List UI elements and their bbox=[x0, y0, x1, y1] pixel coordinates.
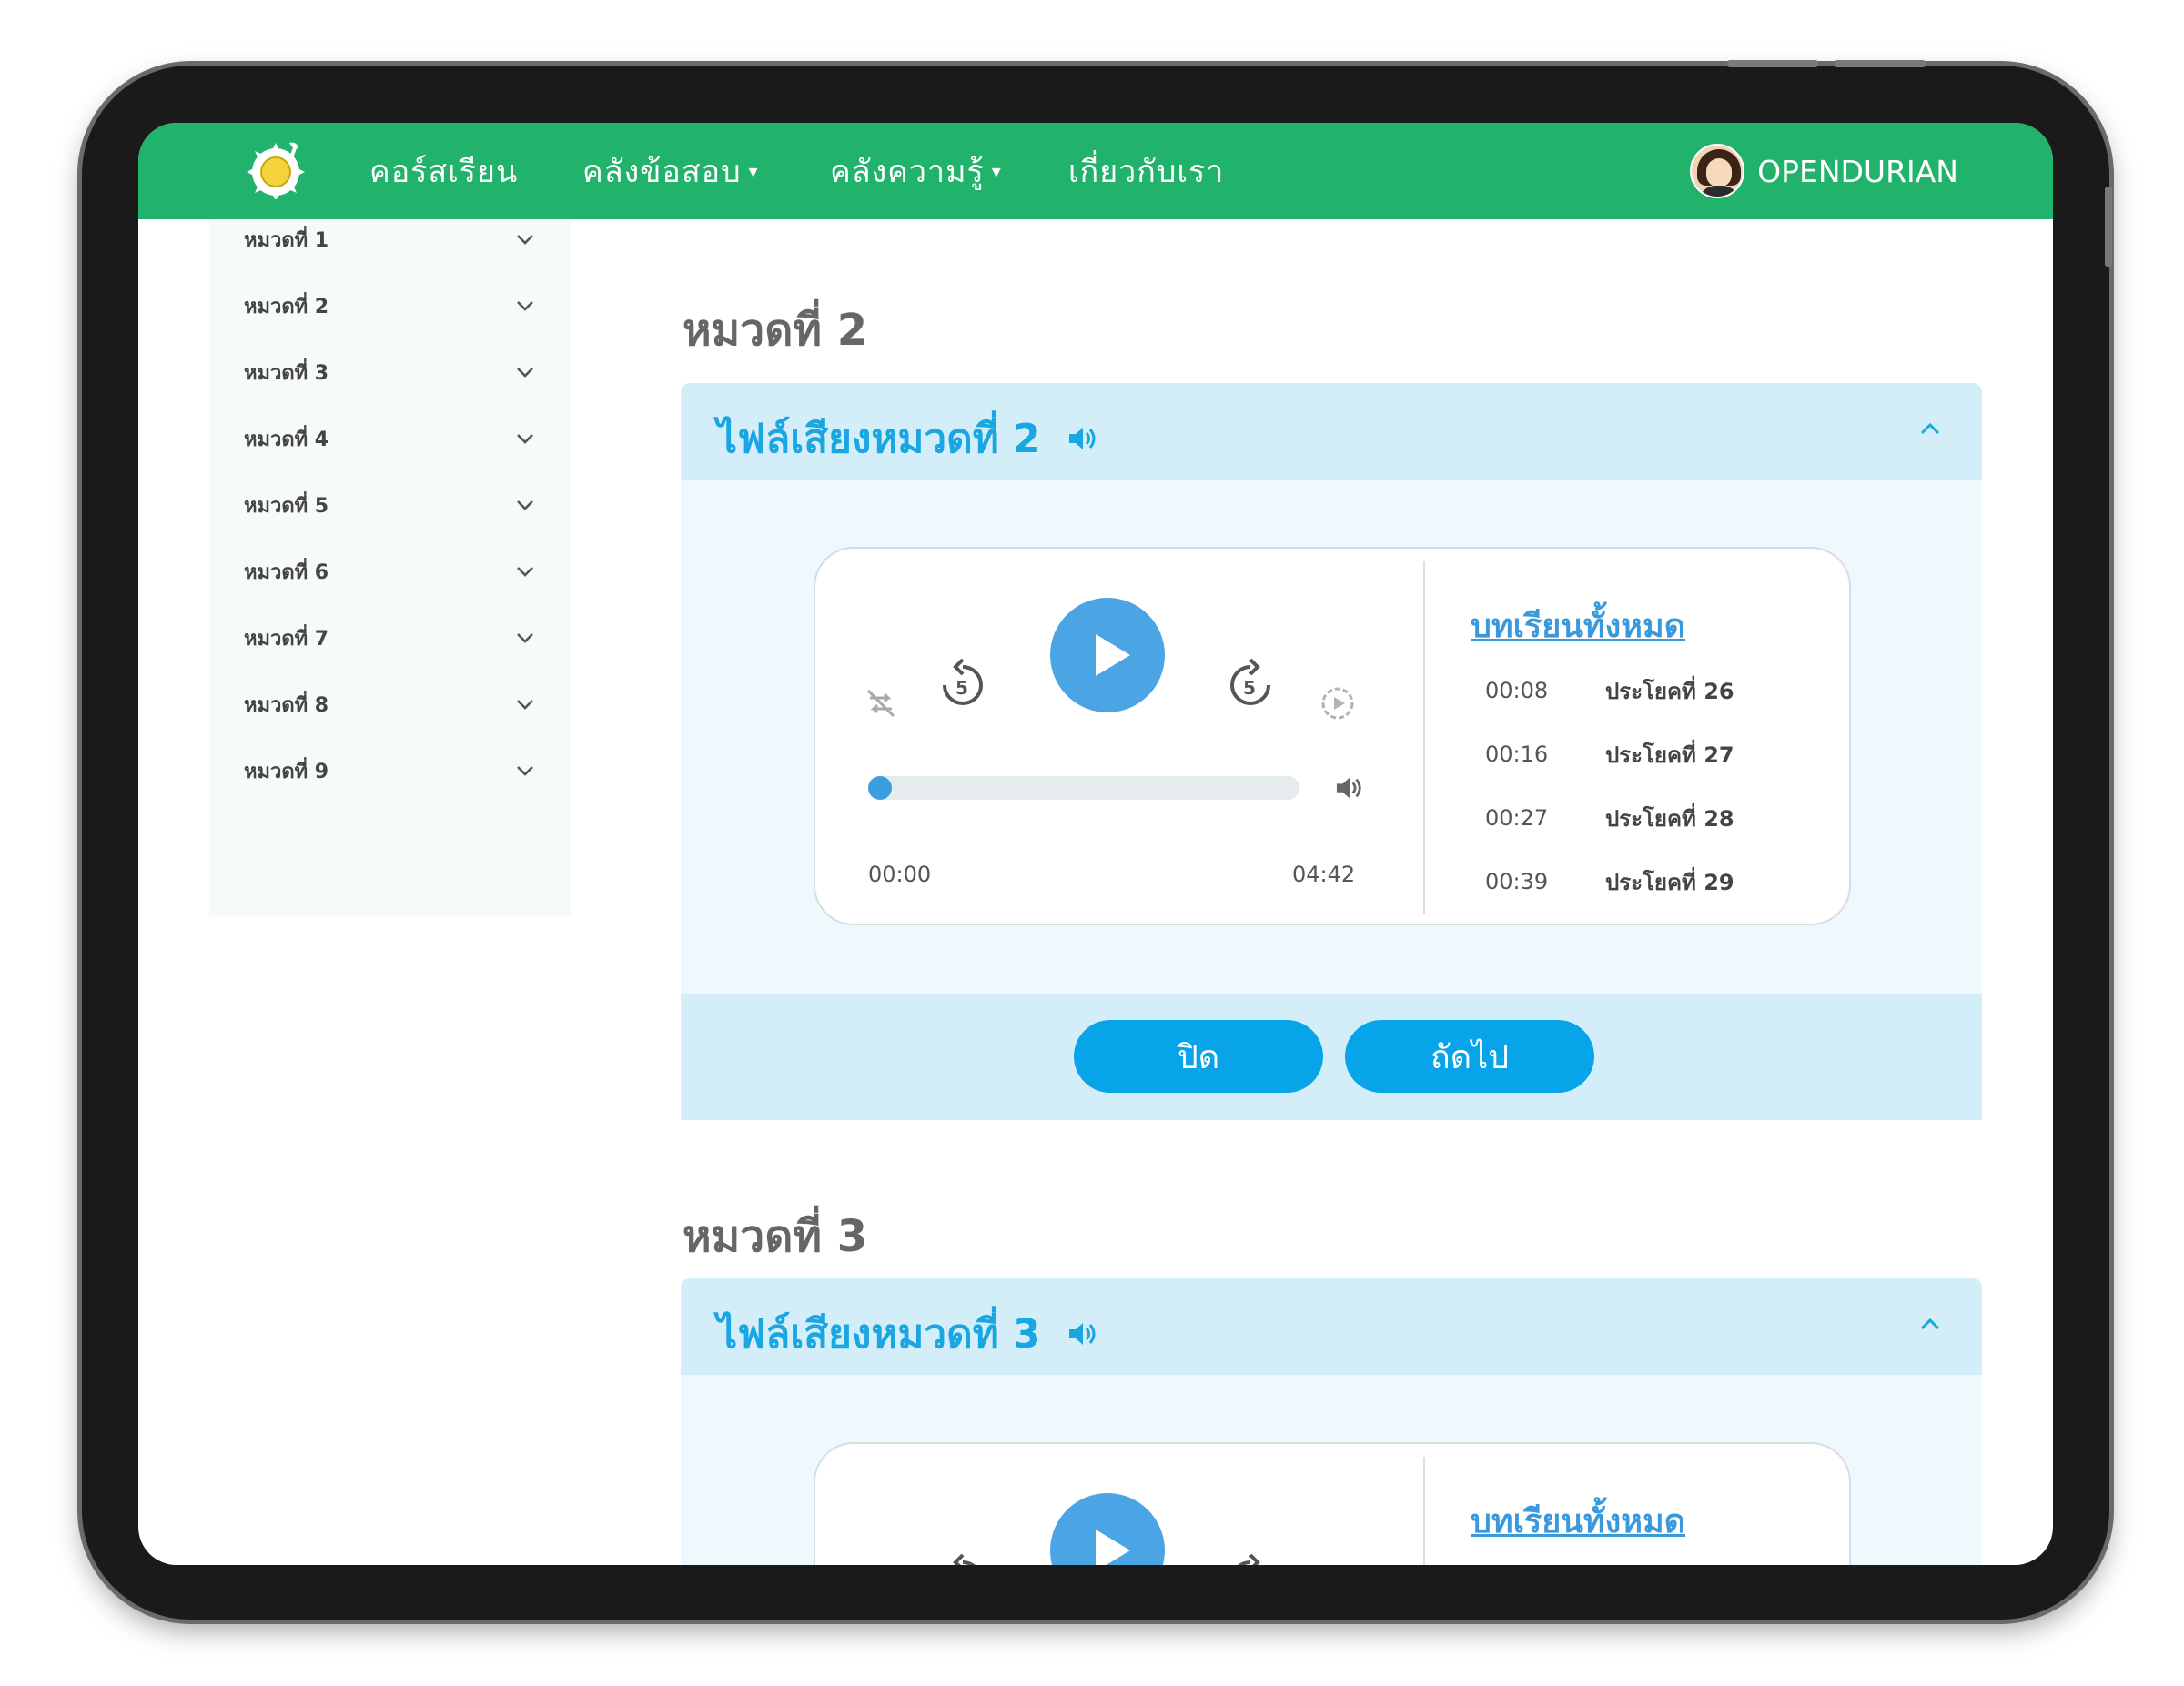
lesson-time: 00:39 bbox=[1485, 869, 1549, 894]
speaker-icon[interactable] bbox=[1067, 424, 1099, 453]
audio-progress-slider[interactable] bbox=[868, 776, 1299, 800]
lesson-item[interactable]: 00:39 ประโยคที่ 29 bbox=[1485, 863, 1734, 900]
sidebar-item-9[interactable]: หมวดที่ 9 bbox=[244, 752, 535, 789]
sidebar-item-label: หมวดที่ 5 bbox=[244, 494, 329, 518]
nav-courses-label: คอร์สเรียน bbox=[369, 154, 519, 190]
next-button[interactable]: ถัดไป bbox=[1345, 1020, 1594, 1093]
play-button[interactable] bbox=[1050, 1493, 1165, 1565]
sidebar-item-label: หมวดที่ 8 bbox=[244, 693, 329, 717]
sidebar-item-2[interactable]: หมวดที่ 2 bbox=[244, 288, 535, 324]
nav-about-us-label: เกี่ยวกับเรา bbox=[1068, 154, 1225, 190]
nav-courses[interactable]: คอร์สเรียน bbox=[369, 123, 518, 219]
chevron-down-icon bbox=[517, 700, 533, 710]
sidebar-item-label: หมวดที่ 1 bbox=[244, 228, 329, 252]
chevron-down-icon bbox=[517, 434, 533, 444]
chevron-down-icon bbox=[517, 567, 533, 577]
chevron-down-icon bbox=[517, 368, 533, 378]
nav-exam-bank[interactable]: คลังข้อสอบ ▾ bbox=[582, 123, 759, 219]
lesson-time: 00:27 bbox=[1485, 805, 1549, 831]
rewind-5-icon[interactable]: 5 bbox=[935, 656, 990, 712]
sidebar-item-7[interactable]: หมวดที่ 7 bbox=[244, 620, 535, 656]
sidebar-item-label: หมวดที่ 2 bbox=[244, 295, 329, 318]
top-navbar: คอร์สเรียน คลังข้อสอบ ▾ คลังความรู้ ▾ เก… bbox=[138, 123, 2053, 219]
sidebar-item-8[interactable]: หมวดที่ 8 bbox=[244, 686, 535, 722]
all-lessons-link[interactable]: บทเรียนทั้งหมด bbox=[1471, 1495, 1685, 1547]
audio-player: บทเรียนทั้งหมด bbox=[814, 1442, 1851, 1565]
sidebar-item-3[interactable]: หมวดที่ 3 bbox=[244, 354, 535, 390]
audio-accordion-title: ไฟล์เสียงหมวดที่ 2 bbox=[717, 407, 1099, 470]
sidebar-item-label: หมวดที่ 3 bbox=[244, 361, 329, 385]
progress-thumb[interactable] bbox=[868, 776, 892, 800]
sidebar-item-1[interactable]: หมวดที่ 1 bbox=[244, 221, 535, 257]
lesson-item[interactable]: 00:16 ประโยคที่ 27 bbox=[1485, 736, 1734, 772]
audio-title-label: ไฟล์เสียงหมวดที่ 3 bbox=[717, 1311, 1041, 1358]
rewind-5-icon[interactable] bbox=[935, 1551, 990, 1565]
user-menu[interactable]: OPENDURIAN bbox=[1690, 123, 1958, 219]
nav-knowledge-bank-label: คลังความรู้ bbox=[830, 154, 985, 190]
lesson-item[interactable]: 00:08 ประโยคที่ 26 bbox=[1485, 672, 1734, 709]
chevron-down-icon bbox=[517, 301, 533, 311]
sidebar: หมวดที่ 1 หมวดที่ 2 หมวดที่ 3 หมวดที่ 4 … bbox=[209, 219, 571, 916]
duration-time: 04:42 bbox=[1292, 862, 1356, 887]
audio-accordion-title: ไฟล์เสียงหมวดที่ 3 bbox=[717, 1302, 1099, 1366]
tablet-power-button bbox=[2105, 187, 2112, 267]
sidebar-item-6[interactable]: หมวดที่ 6 bbox=[244, 553, 535, 590]
tablet-volume-button-1 bbox=[1727, 60, 1818, 67]
forward-5-icon[interactable]: 5 bbox=[1223, 656, 1278, 712]
sidebar-item-label: หมวดที่ 7 bbox=[244, 627, 329, 651]
current-time: 00:00 bbox=[868, 862, 932, 887]
caret-down-icon: ▾ bbox=[748, 160, 759, 182]
player-divider bbox=[1423, 1457, 1425, 1565]
volume-icon[interactable] bbox=[1334, 774, 1365, 802]
sidebar-item-5[interactable]: หมวดที่ 5 bbox=[244, 487, 535, 523]
audio-accordion-header[interactable]: ไฟล์เสียงหมวดที่ 3 bbox=[681, 1278, 1982, 1375]
sidebar-item-4[interactable]: หมวดที่ 4 bbox=[244, 420, 535, 457]
durian-logo-icon[interactable] bbox=[246, 139, 306, 199]
chevron-down-icon bbox=[517, 766, 533, 776]
chevron-down-icon bbox=[517, 235, 533, 245]
nav-about-us[interactable]: เกี่ยวกับเรา bbox=[1068, 123, 1224, 219]
svg-text:5: 5 bbox=[956, 677, 968, 699]
play-button[interactable] bbox=[1050, 598, 1165, 712]
player-divider bbox=[1423, 561, 1425, 914]
lesson-title: ประโยคที่ 26 bbox=[1605, 678, 1734, 704]
lesson-item[interactable]: 00:27 ประโยคที่ 28 bbox=[1485, 800, 1734, 836]
accordion-footer: ปิด ถัดไป bbox=[681, 994, 1982, 1120]
chevron-up-icon[interactable] bbox=[1918, 1313, 1942, 1337]
sidebar-item-label: หมวดที่ 9 bbox=[244, 760, 329, 783]
lesson-time: 00:08 bbox=[1485, 678, 1549, 703]
chevron-down-icon bbox=[517, 633, 533, 643]
audio-title-label: ไฟล์เสียงหมวดที่ 2 bbox=[717, 416, 1041, 462]
lesson-title: ประโยคที่ 29 bbox=[1605, 869, 1734, 895]
sidebar-item-label: หมวดที่ 4 bbox=[244, 428, 329, 451]
lesson-time: 00:16 bbox=[1485, 742, 1549, 767]
avatar bbox=[1690, 144, 1745, 198]
chevron-down-icon bbox=[517, 500, 533, 510]
audio-accordion-header[interactable]: ไฟล์เสียงหมวดที่ 2 bbox=[681, 383, 1982, 480]
section-title: หมวดที่ 2 bbox=[682, 305, 868, 356]
caret-down-icon: ▾ bbox=[991, 160, 1002, 182]
speaker-icon[interactable] bbox=[1067, 1319, 1099, 1348]
chevron-up-icon[interactable] bbox=[1918, 418, 1942, 441]
lesson-title: ประโยคที่ 28 bbox=[1605, 805, 1734, 832]
nav-knowledge-bank[interactable]: คลังความรู้ ▾ bbox=[830, 123, 1002, 219]
section-title: หมวดที่ 3 bbox=[682, 1211, 868, 1262]
user-name: OPENDURIAN bbox=[1757, 153, 1958, 189]
lesson-title: ประโยคที่ 27 bbox=[1605, 742, 1734, 768]
sidebar-item-label: หมวดที่ 6 bbox=[244, 560, 329, 584]
forward-5-icon[interactable] bbox=[1223, 1551, 1278, 1565]
close-button[interactable]: ปิด bbox=[1074, 1020, 1323, 1093]
screen: คอร์สเรียน คลังข้อสอบ ▾ คลังความรู้ ▾ เก… bbox=[138, 123, 2053, 1565]
audio-player: 5 5 00:00 04:42 บทเรียนทั้งหมด 00:08 ประ… bbox=[814, 547, 1851, 925]
all-lessons-link[interactable]: บทเรียนทั้งหมด bbox=[1471, 600, 1685, 651]
nav-exam-bank-label: คลังข้อสอบ bbox=[582, 154, 742, 190]
tablet-volume-button-2 bbox=[1835, 60, 1926, 67]
repeat-off-icon[interactable] bbox=[863, 685, 899, 722]
svg-text:5: 5 bbox=[1243, 677, 1256, 699]
autoplay-icon[interactable] bbox=[1318, 683, 1358, 723]
